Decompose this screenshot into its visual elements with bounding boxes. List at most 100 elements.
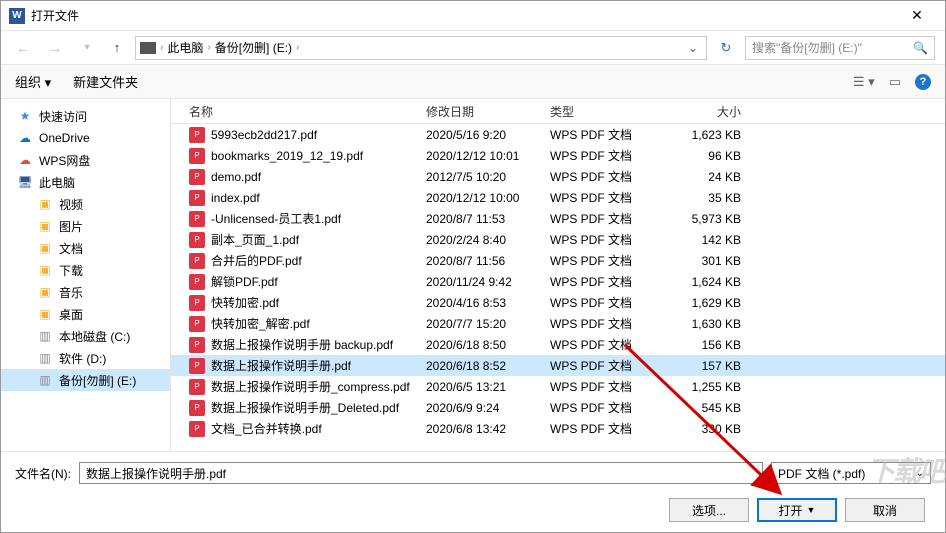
sidebar-item-label: 本地磁盘 (C:) <box>59 328 130 345</box>
file-name: 文档_已合并转换.pdf <box>211 420 322 437</box>
folder-icon: ▣ <box>37 219 53 233</box>
chevron-right-icon: › <box>205 42 212 53</box>
col-header-name[interactable]: 名称 <box>171 103 426 120</box>
help-icon[interactable]: ? <box>915 74 931 90</box>
sidebar-item[interactable]: ☁OneDrive <box>1 127 170 149</box>
file-size: 24 KB <box>669 170 749 184</box>
file-date: 2020/6/8 13:42 <box>426 422 550 436</box>
folder-icon: ▣ <box>37 307 53 321</box>
col-header-type[interactable]: 类型 <box>550 103 669 120</box>
col-header-date[interactable]: 修改日期 <box>426 103 550 120</box>
sidebar-item[interactable]: 🖥此电脑 <box>1 171 170 193</box>
options-button[interactable]: 选项... <box>669 498 749 522</box>
file-row[interactable]: P快转加密_解密.pdf2020/7/7 15:20WPS PDF 文档1,63… <box>171 313 945 334</box>
open-file-dialog: W 打开文件 ✕ ← → ▾ ↑ › 此电脑 › 备份[勿删] (E:) › ⌄… <box>0 0 946 533</box>
list-body[interactable]: P5993ecb2dd217.pdf2020/5/16 9:20WPS PDF … <box>171 124 945 451</box>
file-row[interactable]: P合并后的PDF.pdf2020/8/7 11:56WPS PDF 文档301 … <box>171 250 945 271</box>
pdf-icon: P <box>189 400 205 416</box>
file-row[interactable]: Pdemo.pdf2012/7/5 10:20WPS PDF 文档24 KB <box>171 166 945 187</box>
file-name: 5993ecb2dd217.pdf <box>211 128 317 142</box>
filetype-value: PDF 文档 (*.pdf) <box>778 465 865 482</box>
file-row[interactable]: P快转加密.pdf2020/4/16 8:53WPS PDF 文档1,629 K… <box>171 292 945 313</box>
sidebar-item[interactable]: ▣视频 <box>1 193 170 215</box>
open-dropdown-icon: ▼ <box>807 505 816 515</box>
file-size: 1,630 KB <box>669 317 749 331</box>
sidebar-item[interactable]: ▣桌面 <box>1 303 170 325</box>
sidebar-item[interactable]: ▣音乐 <box>1 281 170 303</box>
sidebar-item[interactable]: ★快速访问 <box>1 105 170 127</box>
file-row[interactable]: P5993ecb2dd217.pdf2020/5/16 9:20WPS PDF … <box>171 124 945 145</box>
sidebar-item[interactable]: ▣图片 <box>1 215 170 237</box>
sidebar-item[interactable]: ▥备份[勿删] (E:) <box>1 369 170 391</box>
file-row[interactable]: Pbookmarks_2019_12_19.pdf2020/12/12 10:0… <box>171 145 945 166</box>
file-row[interactable]: P副本_页面_1.pdf2020/2/24 8:40WPS PDF 文档142 … <box>171 229 945 250</box>
sidebar-item[interactable]: ☁WPS网盘 <box>1 149 170 171</box>
file-size: 301 KB <box>669 254 749 268</box>
file-size: 5,973 KB <box>669 212 749 226</box>
forward-button: → <box>43 36 67 60</box>
star-icon: ★ <box>17 109 33 123</box>
file-size: 142 KB <box>669 233 749 247</box>
pdf-icon: P <box>189 169 205 185</box>
sidebar-item[interactable]: ▣文档 <box>1 237 170 259</box>
file-row[interactable]: P数据上报操作说明手册.pdf2020/6/18 8:52WPS PDF 文档1… <box>171 355 945 376</box>
filename-input[interactable] <box>79 462 763 484</box>
refresh-button[interactable]: ↻ <box>715 40 737 56</box>
search-input[interactable]: 搜索"备份[勿删] (E:)" 🔍 <box>745 36 935 60</box>
file-type: WPS PDF 文档 <box>550 378 669 395</box>
file-row[interactable]: P数据上报操作说明手册_compress.pdf2020/6/5 13:21WP… <box>171 376 945 397</box>
cancel-button[interactable]: 取消 <box>845 498 925 522</box>
breadcrumb[interactable]: › 此电脑 › 备份[勿删] (E:) › ⌄ <box>135 36 707 60</box>
col-header-size[interactable]: 大小 <box>669 103 749 120</box>
pdf-icon: P <box>189 274 205 290</box>
file-size: 1,629 KB <box>669 296 749 310</box>
sidebar-item[interactable]: ▥软件 (D:) <box>1 347 170 369</box>
file-row[interactable]: P数据上报操作说明手册_Deleted.pdf2020/6/9 9:24WPS … <box>171 397 945 418</box>
file-row[interactable]: Pindex.pdf2020/12/12 10:00WPS PDF 文档35 K… <box>171 187 945 208</box>
pdf-icon: P <box>189 148 205 164</box>
file-date: 2020/11/24 9:42 <box>426 275 550 289</box>
file-size: 1,255 KB <box>669 380 749 394</box>
pdf-icon: P <box>189 253 205 269</box>
file-row[interactable]: P 解锁PDF.pdf 2020/11/24 9:42WPS PDF 文档1,624… <box>171 271 945 292</box>
pdf-icon: P <box>189 337 205 353</box>
file-name: 解锁PDF.pdf <box>211 273 278 290</box>
preview-pane-icon[interactable]: ▭ <box>889 74 901 90</box>
file-type: WPS PDF 文档 <box>550 189 669 206</box>
file-size: 330 KB <box>669 422 749 436</box>
breadcrumb-drive[interactable]: 备份[勿删] (E:) <box>215 39 292 56</box>
breadcrumb-dropdown-icon[interactable]: ⌄ <box>684 41 702 55</box>
file-size: 545 KB <box>669 401 749 415</box>
file-type: WPS PDF 文档 <box>550 273 669 290</box>
breadcrumb-root[interactable]: 此电脑 <box>167 39 203 56</box>
history-dropdown-icon[interactable]: ▾ <box>75 36 99 60</box>
disk-icon: ▥ <box>37 351 53 365</box>
file-name: -Unlicensed-员工表1.pdf <box>211 210 341 227</box>
file-size: 156 KB <box>669 338 749 352</box>
file-row[interactable]: P-Unlicensed-员工表1.pdf2020/8/7 11:53WPS P… <box>171 208 945 229</box>
sidebar-item[interactable]: ▥本地磁盘 (C:) <box>1 325 170 347</box>
file-row[interactable]: P数据上报操作说明手册 backup.pdf2020/6/18 8:50WPS … <box>171 334 945 355</box>
close-icon[interactable]: ✕ <box>897 7 937 24</box>
organize-button[interactable]: 组织 ▾ <box>15 72 51 91</box>
filename-label: 文件名(N): <box>15 465 71 482</box>
file-name: 数据上报操作说明手册_compress.pdf <box>211 378 410 395</box>
file-row[interactable]: P文档_已合并转换.pdf2020/6/8 13:42WPS PDF 文档330… <box>171 418 945 439</box>
file-size: 1,624 KB <box>669 275 749 289</box>
file-date: 2020/4/16 8:53 <box>426 296 550 310</box>
file-type: WPS PDF 文档 <box>550 126 669 143</box>
back-button[interactable]: ← <box>11 36 35 60</box>
search-icon[interactable]: 🔍 <box>913 41 928 55</box>
new-folder-button[interactable]: 新建文件夹 <box>73 72 138 91</box>
sidebar: ★快速访问☁OneDrive☁WPS网盘🖥此电脑▣视频▣图片▣文档▣下载▣音乐▣… <box>1 99 171 451</box>
toolbar: 组织 ▾ 新建文件夹 ☰ ▾ ▭ ? <box>1 65 945 99</box>
footer: 文件名(N): PDF 文档 (*.pdf) ⌄ 选项... 打开▼ 取消 下载… <box>1 451 945 532</box>
file-date: 2020/6/9 9:24 <box>426 401 550 415</box>
folder-icon: ▣ <box>37 285 53 299</box>
up-button[interactable]: ↑ <box>107 38 127 58</box>
file-name: bookmarks_2019_12_19.pdf <box>211 149 363 163</box>
titlebar: W 打开文件 ✕ <box>1 1 945 31</box>
view-mode-icon[interactable]: ☰ ▾ <box>853 74 875 90</box>
open-button[interactable]: 打开▼ <box>757 498 837 522</box>
sidebar-item[interactable]: ▣下载 <box>1 259 170 281</box>
